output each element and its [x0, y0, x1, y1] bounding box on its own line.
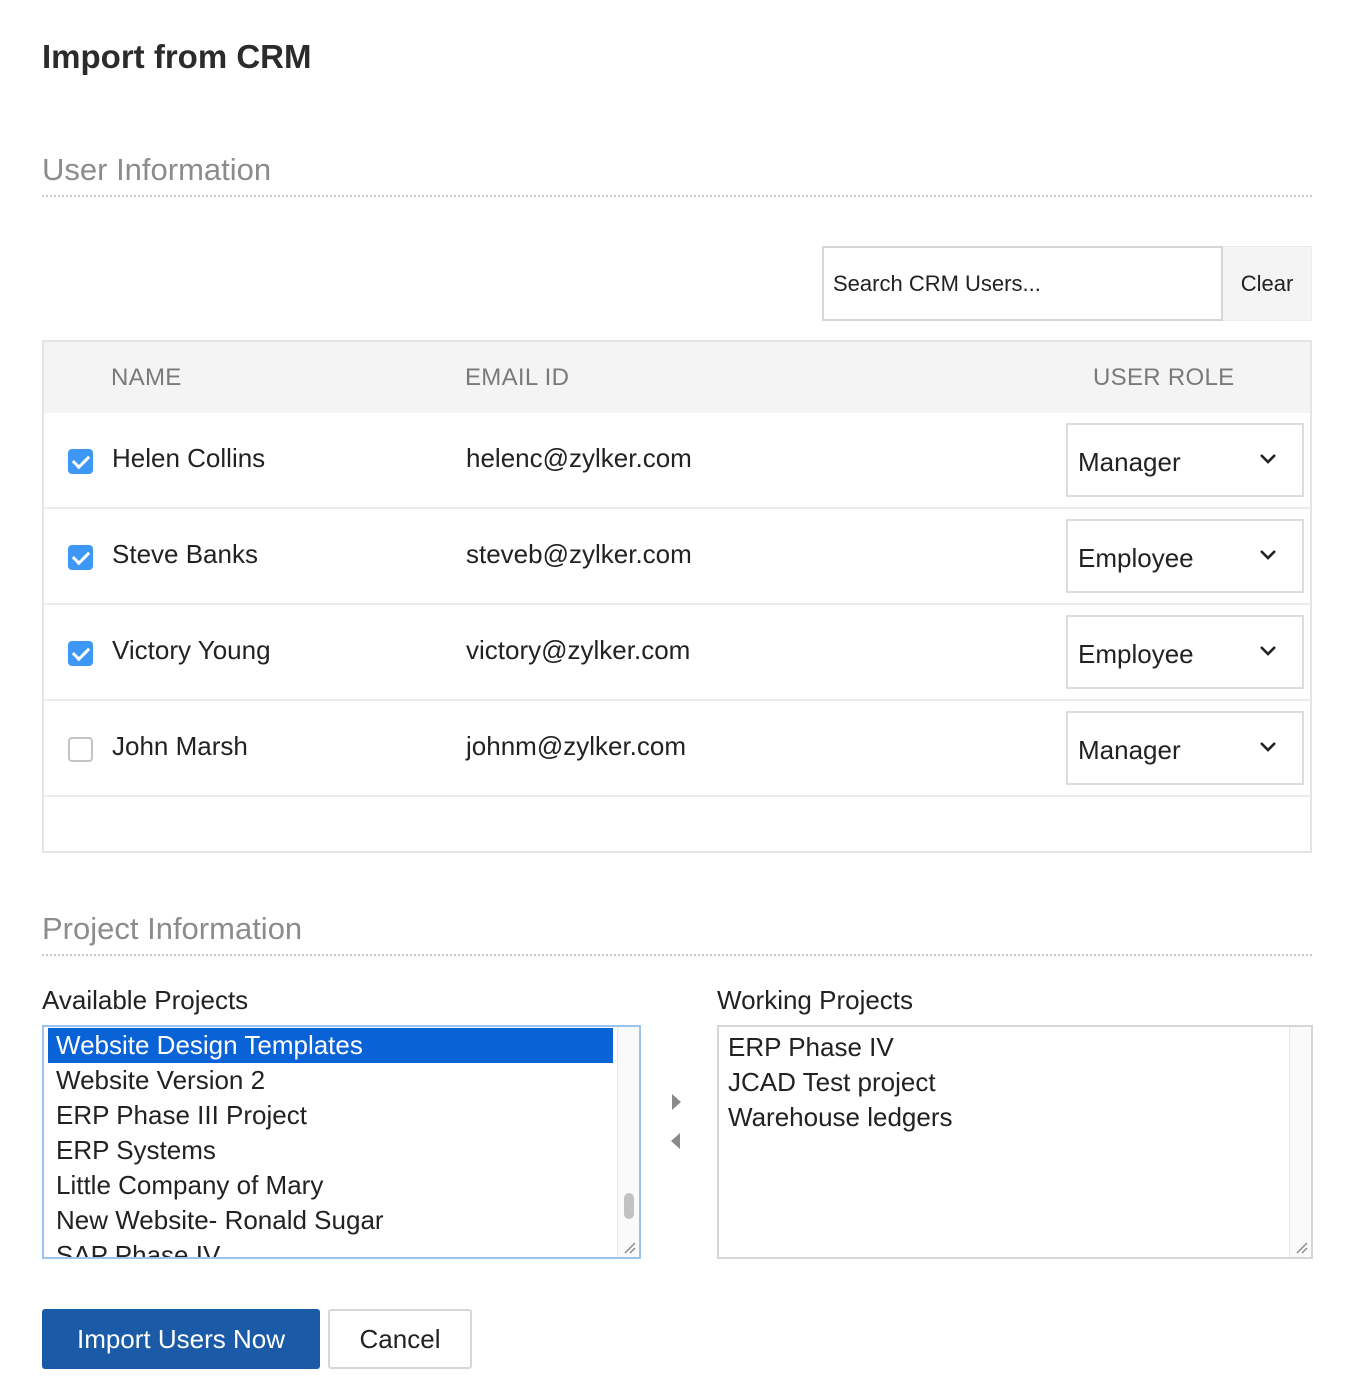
- working-projects-list[interactable]: ERP Phase IV JCAD Test project Warehouse l…: [717, 1025, 1313, 1259]
- user-role-select[interactable]: Manager: [1066, 423, 1304, 497]
- project-list-item[interactable]: Website Version 2: [48, 1063, 613, 1098]
- column-header-name: NAME: [111, 364, 182, 391]
- user-role-value: Employee: [1078, 639, 1194, 669]
- available-projects-label: Available Projects: [42, 985, 249, 1015]
- project-list-item[interactable]: SAP Phase IV: [48, 1238, 613, 1257]
- project-list-item[interactable]: New Website- Ronald Sugar: [48, 1203, 613, 1238]
- user-email: helenc@zylker.com: [466, 443, 692, 473]
- scroll-thumb[interactable]: [624, 1193, 634, 1219]
- crm-users-table: NAME EMAIL ID USER ROLE Helen Collins he…: [42, 340, 1312, 853]
- column-header-email: EMAIL ID: [465, 364, 570, 391]
- user-name: Victory Young: [112, 635, 271, 665]
- project-list-item[interactable]: Website Design Templates: [48, 1028, 613, 1063]
- search-crm-users-input[interactable]: [822, 246, 1223, 321]
- user-name: Helen Collins: [112, 443, 266, 473]
- table-row: Steve Banks steveb@zylker.com Employee: [44, 509, 1310, 605]
- project-list-item[interactable]: ERP Systems: [48, 1133, 613, 1168]
- user-email: steveb@zylker.com: [466, 539, 692, 569]
- caret-left-icon[interactable]: [671, 1133, 680, 1149]
- user-role-value: Manager: [1078, 735, 1181, 765]
- user-role-select[interactable]: Employee: [1066, 615, 1304, 689]
- available-projects-list[interactable]: Website Design Templates Website Version …: [42, 1025, 641, 1259]
- cancel-button[interactable]: Cancel: [328, 1309, 472, 1369]
- table-row: Victory Young victory@zylker.com Employe…: [44, 605, 1310, 701]
- chevron-down-icon: [1260, 742, 1276, 752]
- user-information-heading: User Information: [42, 152, 272, 187]
- user-role-value: Employee: [1078, 543, 1194, 573]
- project-list-item[interactable]: JCAD Test project: [720, 1065, 1311, 1100]
- user-role-select[interactable]: Manager: [1066, 711, 1304, 785]
- user-email: victory@zylker.com: [466, 635, 691, 665]
- row-checkbox[interactable]: [68, 641, 93, 666]
- user-name: John Marsh: [112, 731, 248, 761]
- project-information-heading: Project Information: [42, 911, 303, 946]
- user-role-select[interactable]: Employee: [1066, 519, 1304, 593]
- chevron-down-icon: [1260, 550, 1276, 560]
- user-email: johnm@zylker.com: [466, 731, 687, 761]
- clear-search-button[interactable]: Clear: [1223, 246, 1312, 321]
- table-row: John Marsh johnm@zylker.com Manager: [44, 701, 1310, 797]
- table-row: Helen Collins helenc@zylker.com Manager: [44, 413, 1310, 509]
- table-header: NAME EMAIL ID USER ROLE: [44, 342, 1310, 413]
- user-name: Steve Banks: [112, 539, 258, 569]
- row-checkbox[interactable]: [68, 449, 93, 474]
- import-users-now-button[interactable]: Import Users Now: [42, 1309, 320, 1369]
- row-checkbox[interactable]: [68, 545, 93, 570]
- resize-grip-icon[interactable]: [621, 1239, 637, 1255]
- page-title: Import from CRM: [42, 38, 312, 75]
- section-divider: [42, 954, 1312, 956]
- chevron-down-icon: [1260, 646, 1276, 656]
- project-list-item[interactable]: Warehouse ledgers: [720, 1100, 1311, 1135]
- column-header-user-role: USER ROLE: [1093, 364, 1235, 391]
- resize-grip-icon[interactable]: [1293, 1239, 1309, 1255]
- project-list-item[interactable]: Little Company of Mary: [48, 1168, 613, 1203]
- crm-user-search: Clear: [822, 246, 1312, 321]
- scrollbar[interactable]: [1289, 1027, 1311, 1257]
- scrollbar[interactable]: [617, 1027, 639, 1257]
- row-checkbox[interactable]: [68, 737, 93, 762]
- project-list-item[interactable]: ERP Phase III Project: [48, 1098, 613, 1133]
- chevron-down-icon: [1260, 454, 1276, 464]
- move-arrows: [666, 1090, 686, 1160]
- user-role-value: Manager: [1078, 447, 1181, 477]
- section-divider: [42, 195, 1312, 197]
- working-projects-label: Working Projects: [717, 985, 914, 1015]
- project-list-item[interactable]: ERP Phase IV: [720, 1030, 1311, 1065]
- caret-right-icon[interactable]: [672, 1094, 681, 1110]
